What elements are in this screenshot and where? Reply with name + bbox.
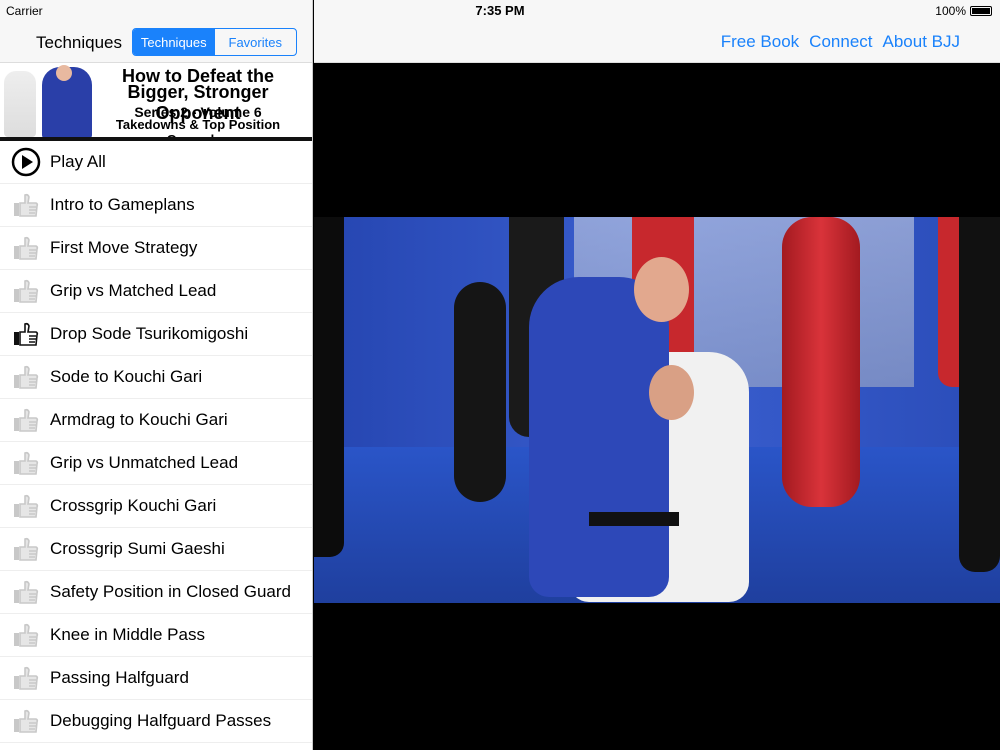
- technique-label: Armdrag to Kouchi Gari: [50, 410, 228, 429]
- athlete-blue-gi: [529, 277, 669, 597]
- technique-list-item[interactable]: Drop Sode Tsurikomigoshi: [0, 313, 312, 356]
- athlete-head: [634, 257, 689, 322]
- thumbs-up-icon: [11, 534, 41, 564]
- technique-list-item[interactable]: Grip vs Unmatched Lead: [0, 442, 312, 485]
- black-belt: [589, 512, 679, 526]
- segmented-control: Techniques Favorites: [132, 28, 297, 56]
- technique-label: Intro to Gameplans: [50, 195, 195, 214]
- banner-figure: [4, 71, 36, 137]
- technique-label: Safety Position in Closed Guard: [50, 582, 291, 601]
- athlete-head: [649, 365, 694, 420]
- about-bjj-link[interactable]: About BJJ: [883, 32, 961, 52]
- technique-label: First Move Strategy: [50, 238, 198, 257]
- technique-label: Crossgrip Sumi Gaeshi: [50, 539, 225, 558]
- technique-label: Grip vs Unmatched Lead: [50, 453, 239, 472]
- thumbs-up-icon: [11, 663, 41, 693]
- banner-subtitle: Takedowns & Top Position Gameplan: [115, 117, 281, 141]
- technique-list-item[interactable]: Sode to Kouchi Gari: [0, 356, 312, 399]
- video-player[interactable]: [314, 217, 1000, 603]
- course-banner: How to Defeat the Bigger, Stronger Oppon…: [0, 63, 312, 141]
- technique-label: Sode to Kouchi Gari: [50, 367, 203, 386]
- free-book-link[interactable]: Free Book: [721, 32, 799, 52]
- battery-icon: [970, 6, 992, 16]
- technique-label: Grip vs Matched Lead: [50, 281, 217, 300]
- technique-list-item[interactable]: Passing Halfguard: [0, 657, 312, 700]
- connect-link[interactable]: Connect: [809, 32, 872, 52]
- technique-label: Debugging Halfguard Passes: [50, 711, 272, 730]
- heavy-bag: [314, 217, 344, 557]
- thumbs-up-icon: [11, 319, 41, 349]
- technique-label: Crossgrip Kouchi Gari: [50, 496, 217, 515]
- thumbs-up-icon: [11, 190, 41, 220]
- technique-label: Knee in Middle Pass: [50, 625, 205, 644]
- technique-label: Passing Halfguard: [50, 668, 189, 687]
- play-icon: [11, 147, 41, 177]
- thumbs-up-icon: [11, 491, 41, 521]
- status-bar: Carrier 7:35 PM 100%: [0, 0, 1000, 20]
- technique-label: Drop Sode Tsurikomigoshi: [50, 324, 249, 343]
- heavy-bag: [782, 217, 860, 507]
- thumbs-up-icon: [11, 276, 41, 306]
- technique-list-item[interactable]: Crossgrip Kouchi Gari: [0, 485, 312, 528]
- technique-list: Play All Intro to Gameplans First Move St…: [0, 141, 312, 743]
- thumbs-up-icon: [11, 448, 41, 478]
- banner-figure: [42, 65, 92, 137]
- thumbs-up-icon: [11, 405, 41, 435]
- play-all-button[interactable]: Play All: [0, 141, 312, 184]
- heavy-bag: [454, 282, 506, 502]
- technique-list-item[interactable]: Safety Position in Closed Guard: [0, 571, 312, 614]
- sidebar-title: Techniques: [36, 33, 123, 52]
- battery-percent: 100%: [935, 4, 966, 18]
- tab-favorites[interactable]: Favorites: [215, 29, 297, 55]
- technique-list-item[interactable]: Debugging Halfguard Passes: [0, 700, 312, 743]
- technique-list-item[interactable]: Grip vs Matched Lead: [0, 270, 312, 313]
- thumbs-up-icon: [11, 706, 41, 736]
- technique-list-item[interactable]: Knee in Middle Pass: [0, 614, 312, 657]
- technique-list-item[interactable]: Crossgrip Sumi Gaeshi: [0, 528, 312, 571]
- sidebar: Techniques Techniques Favorites How to D…: [0, 0, 313, 750]
- heavy-bag: [959, 217, 1000, 572]
- thumbs-up-icon: [11, 620, 41, 650]
- tab-techniques[interactable]: Techniques: [133, 29, 215, 55]
- technique-list-item[interactable]: Intro to Gameplans: [0, 184, 312, 227]
- thumbs-up-icon: [11, 233, 41, 263]
- play-all-label: Play All: [50, 152, 106, 171]
- thumbs-up-icon: [11, 362, 41, 392]
- clock: 7:35 PM: [475, 3, 525, 18]
- technique-list-item[interactable]: Armdrag to Kouchi Gari: [0, 399, 312, 442]
- thumbs-up-icon: [11, 577, 41, 607]
- technique-list-item[interactable]: First Move Strategy: [0, 227, 312, 270]
